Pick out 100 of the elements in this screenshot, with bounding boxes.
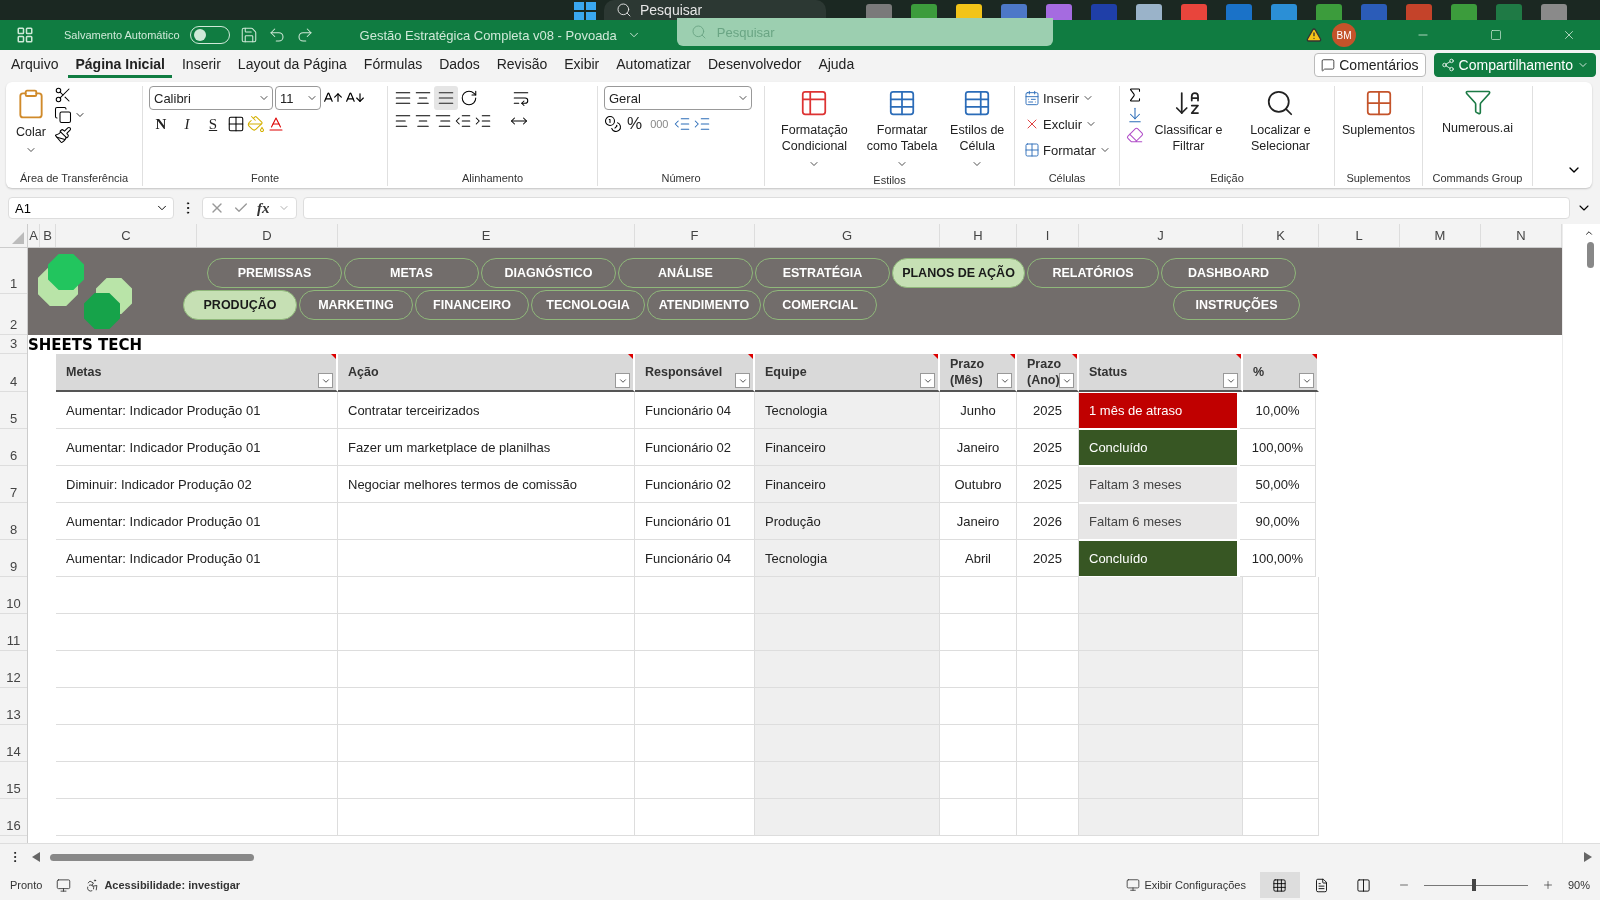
row-header[interactable]: 5 (0, 392, 27, 429)
row-header[interactable]: 12 (0, 651, 27, 688)
row-header[interactable]: 2 (0, 294, 27, 335)
row-header[interactable]: 14 (0, 725, 27, 762)
menu-tab[interactable]: Dados (432, 52, 487, 78)
scroll-up-icon[interactable] (1584, 228, 1594, 238)
underline-button[interactable]: S (201, 112, 225, 136)
app-icon[interactable] (1135, 4, 1162, 20)
user-avatar[interactable]: BM (1332, 23, 1356, 47)
filter-button[interactable] (1223, 373, 1238, 388)
table-cell (1017, 762, 1079, 799)
row-header[interactable]: 3 (0, 335, 27, 354)
app-icon[interactable] (1540, 4, 1567, 20)
view-button[interactable] (1259, 872, 1300, 898)
column-header[interactable]: D (197, 224, 338, 247)
menu-tab[interactable]: Página Inicial (68, 52, 172, 78)
font-field[interactable]: Calibri (149, 86, 273, 110)
align-bottom-button[interactable] (434, 86, 458, 110)
cells-button[interactable]: Formatar (1021, 138, 1114, 162)
menu-tab[interactable]: Revisão (489, 52, 555, 78)
windows-start-icon[interactable] (574, 2, 596, 20)
thousands-button[interactable]: 000 (647, 112, 672, 136)
styles-button[interactable]: Formatar como Tabela (861, 86, 943, 172)
row-header[interactable]: 15 (0, 762, 27, 799)
percent-button[interactable]: % (624, 112, 646, 136)
filter-button[interactable] (997, 373, 1012, 388)
column-header[interactable]: G (755, 224, 940, 247)
scroll-right-icon[interactable] (1584, 852, 1592, 862)
column-header[interactable]: I (1017, 224, 1079, 247)
formula-field[interactable] (302, 197, 1570, 219)
column-header[interactable]: F (635, 224, 755, 247)
insert-function-button[interactable]: fx (257, 199, 270, 217)
comments-button[interactable]: Comentários (1314, 53, 1426, 77)
find-select-button[interactable]: Localizar e Selecionar (1232, 86, 1328, 156)
cells-button[interactable]: Excluir (1021, 112, 1114, 136)
row-header[interactable]: 9 (0, 540, 27, 577)
column-header[interactable]: H (940, 224, 1017, 247)
row-header[interactable]: 8 (0, 503, 27, 540)
group-label: Estilos (873, 173, 906, 188)
menu-tab[interactable]: Layout da Página (230, 52, 354, 78)
borders-icon (227, 115, 245, 133)
app-icon[interactable] (1180, 4, 1207, 20)
addins-button[interactable]: Suplementos (1339, 86, 1418, 140)
row-header[interactable]: 7 (0, 466, 27, 503)
italic-button[interactable]: I (175, 112, 199, 136)
menu-tab[interactable]: Desenvolvedor (701, 52, 809, 78)
row-header[interactable]: 4 (0, 354, 27, 392)
name-box[interactable]: A1 (8, 197, 174, 219)
column-header[interactable]: C (56, 224, 197, 247)
vertical-scrollbar-thumb[interactable] (1587, 242, 1594, 268)
app-icon[interactable] (1045, 4, 1072, 20)
display-settings-button[interactable]: Exibir Configurações (1126, 878, 1246, 892)
status-cell: Concluído (1079, 430, 1237, 465)
bold-button[interactable]: N (149, 112, 173, 136)
menu-tab[interactable]: Ajuda (811, 52, 862, 78)
scroll-left-icon[interactable] (32, 852, 40, 862)
cells-button[interactable]: Inserir (1021, 86, 1114, 110)
row-header[interactable]: 16 (0, 799, 27, 836)
app-icon[interactable] (1315, 4, 1342, 20)
column-header[interactable]: J (1079, 224, 1243, 247)
column-header[interactable]: B (40, 224, 56, 247)
column-header[interactable]: M (1400, 224, 1481, 247)
column-header[interactable]: A (28, 224, 40, 247)
taskbar-search-field[interactable]: Pesquisar (604, 0, 826, 20)
row-header[interactable]: 1 (0, 248, 27, 294)
row-header[interactable]: 6 (0, 429, 27, 466)
app-icon[interactable] (1450, 4, 1477, 20)
numerous-button[interactable]: Numerous.ai (1439, 86, 1516, 138)
paste-button[interactable]: Colar (12, 86, 50, 158)
nav-button[interactable]: PLANOS DE AÇÃO (892, 258, 1025, 288)
menu-tab[interactable]: Exibir (557, 52, 607, 78)
column-header[interactable]: K (1243, 224, 1319, 247)
column-header[interactable]: E (338, 224, 635, 247)
window-title[interactable]: Gestão Estratégica Completa v08 - Povoada (359, 27, 617, 43)
app-icon[interactable] (1270, 4, 1297, 20)
column-heading: Prazo (Mês) (950, 356, 986, 388)
styles-button[interactable]: Formatação Condicional (771, 86, 858, 172)
styles-button[interactable]: Estilos de Célula (946, 86, 1008, 172)
number-format-field[interactable]: Geral (604, 86, 752, 110)
nav-button[interactable]: PRODUÇÃO (183, 290, 297, 320)
menu-tab[interactable]: Automatizar (609, 52, 698, 78)
filter-button[interactable] (735, 373, 750, 388)
filter-button[interactable] (1059, 373, 1074, 388)
menu-tab[interactable]: Arquivo (4, 52, 66, 78)
share-button[interactable]: Compartilhamento (1433, 53, 1596, 77)
menu-tab[interactable]: Inserir (174, 52, 228, 78)
filter-button[interactable] (318, 373, 333, 388)
filter-button[interactable] (920, 373, 935, 388)
filter-button[interactable] (615, 373, 630, 388)
warning-icon[interactable] (1306, 27, 1322, 43)
menu-tab[interactable]: Fórmulas (356, 52, 430, 78)
sort-filter-button[interactable]: Classificar e Filtrar (1148, 86, 1229, 156)
row-header[interactable]: 13 (0, 688, 27, 725)
accessibility-button[interactable]: Acessibilidade: investigar (85, 877, 241, 893)
filter-button[interactable] (1299, 373, 1314, 388)
horizontal-scrollbar-thumb[interactable] (50, 853, 254, 861)
font-size-field[interactable]: 11 (275, 86, 321, 110)
row-header[interactable]: 11 (0, 614, 27, 651)
column-header[interactable]: L (1319, 224, 1400, 247)
row-header[interactable]: 10 (0, 577, 27, 614)
